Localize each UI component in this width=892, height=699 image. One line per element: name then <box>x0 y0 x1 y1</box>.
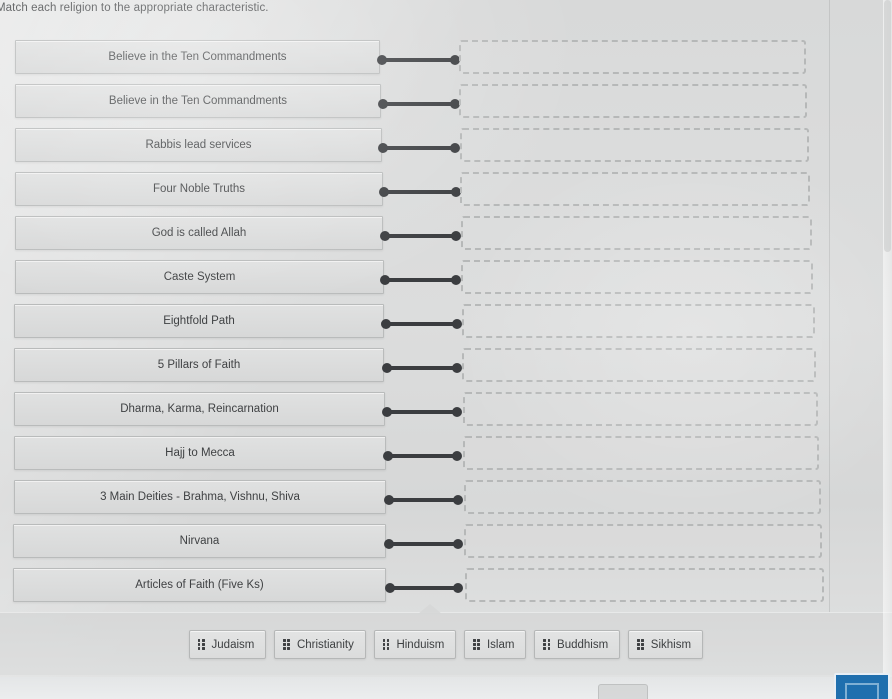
answer-drop-zone[interactable] <box>464 524 822 558</box>
page-right-edge <box>829 0 830 612</box>
bottom-download-pill[interactable] <box>598 684 648 699</box>
answer-drop-zone[interactable] <box>464 480 821 514</box>
religion-token-label: Islam <box>486 638 515 651</box>
religion-token[interactable]: Islam <box>464 630 527 659</box>
drag-handle-icon[interactable] <box>473 639 480 650</box>
religion-token[interactable]: Sikhism <box>628 630 704 659</box>
characteristic-card[interactable]: Hajj to Mecca <box>14 436 386 470</box>
characteristic-card[interactable]: Believe in the Ten Commandments <box>15 84 381 118</box>
characteristic-card[interactable]: Rabbis lead services <box>15 128 382 162</box>
answer-token-tray: Judaism Christianity Hinduism Islam Buddhism… <box>0 604 892 675</box>
connector-line <box>382 407 462 417</box>
matching-board: Believe in the Ten Commandments Believe i… <box>0 26 892 616</box>
vertical-scrollbar-track[interactable] <box>883 0 892 699</box>
connector-line <box>380 231 461 241</box>
answer-drop-zone[interactable] <box>459 84 807 118</box>
match-row: Articles of Faith (Five Ks) <box>0 26 892 602</box>
characteristic-card[interactable]: 3 Main Deities - Brahma, Vishnu, Shiva <box>14 480 386 514</box>
drag-handle-icon[interactable] <box>197 639 205 650</box>
answer-drop-zone[interactable] <box>463 392 818 426</box>
vertical-scrollbar-thumb[interactable] <box>884 0 891 252</box>
answer-drop-zone[interactable] <box>463 436 819 470</box>
drag-handle-icon[interactable] <box>382 639 390 650</box>
answer-drop-zone[interactable] <box>465 568 824 602</box>
answer-drop-zone[interactable] <box>461 216 812 250</box>
religion-token-label: Judaism <box>211 638 255 651</box>
religion-token[interactable]: Buddhism <box>534 630 621 659</box>
connector-line <box>384 539 463 549</box>
connector-line <box>379 187 461 197</box>
characteristic-card[interactable]: Dharma, Karma, Reincarnation <box>14 392 385 426</box>
characteristic-card[interactable]: Four Noble Truths <box>15 172 383 206</box>
token-list: Judaism Christianity Hinduism Islam Buddhism… <box>0 630 892 659</box>
connector-line <box>380 275 461 285</box>
religion-token-label: Hinduism <box>396 638 445 651</box>
browser-bottom-chrome <box>0 677 892 699</box>
submit-action-button[interactable] <box>834 673 890 699</box>
drag-handle-icon[interactable] <box>637 639 644 650</box>
characteristic-card[interactable]: God is called Allah <box>15 216 383 250</box>
religion-token-label: Buddhism <box>557 638 609 651</box>
connector-line <box>382 363 462 373</box>
religion-token[interactable]: Christianity <box>274 630 366 659</box>
tray-caret-icon <box>418 604 442 614</box>
religion-token[interactable]: Judaism <box>188 630 267 659</box>
answer-drop-zone[interactable] <box>460 172 810 206</box>
religion-token[interactable]: Hinduism <box>373 630 457 659</box>
answer-drop-zone[interactable] <box>462 304 815 338</box>
drag-handle-icon[interactable] <box>283 639 290 650</box>
connector-line <box>384 495 463 505</box>
answer-drop-zone[interactable] <box>461 260 813 294</box>
connector-line <box>378 99 460 109</box>
characteristic-card[interactable]: Nirvana <box>13 524 386 558</box>
connector-line <box>383 451 462 461</box>
connector-line <box>385 583 463 593</box>
religion-token-label: Christianity <box>296 638 354 651</box>
characteristic-card[interactable]: 5 Pillars of Faith <box>14 348 384 382</box>
answer-drop-zone[interactable] <box>460 128 809 162</box>
drag-handle-icon[interactable] <box>543 639 551 650</box>
question-prompt: Match each religion to the appropriate c… <box>0 2 269 14</box>
characteristic-card[interactable]: Articles of Faith (Five Ks) <box>13 568 386 602</box>
connector-line <box>378 143 460 153</box>
connector-line <box>381 319 462 329</box>
screen-photo: Match each religion to the appropriate c… <box>0 0 892 699</box>
characteristic-card[interactable]: Eightfold Path <box>14 304 384 338</box>
characteristic-card[interactable]: Caste System <box>15 260 384 294</box>
religion-token-label: Sikhism <box>650 638 692 651</box>
answer-drop-zone[interactable] <box>462 348 816 382</box>
